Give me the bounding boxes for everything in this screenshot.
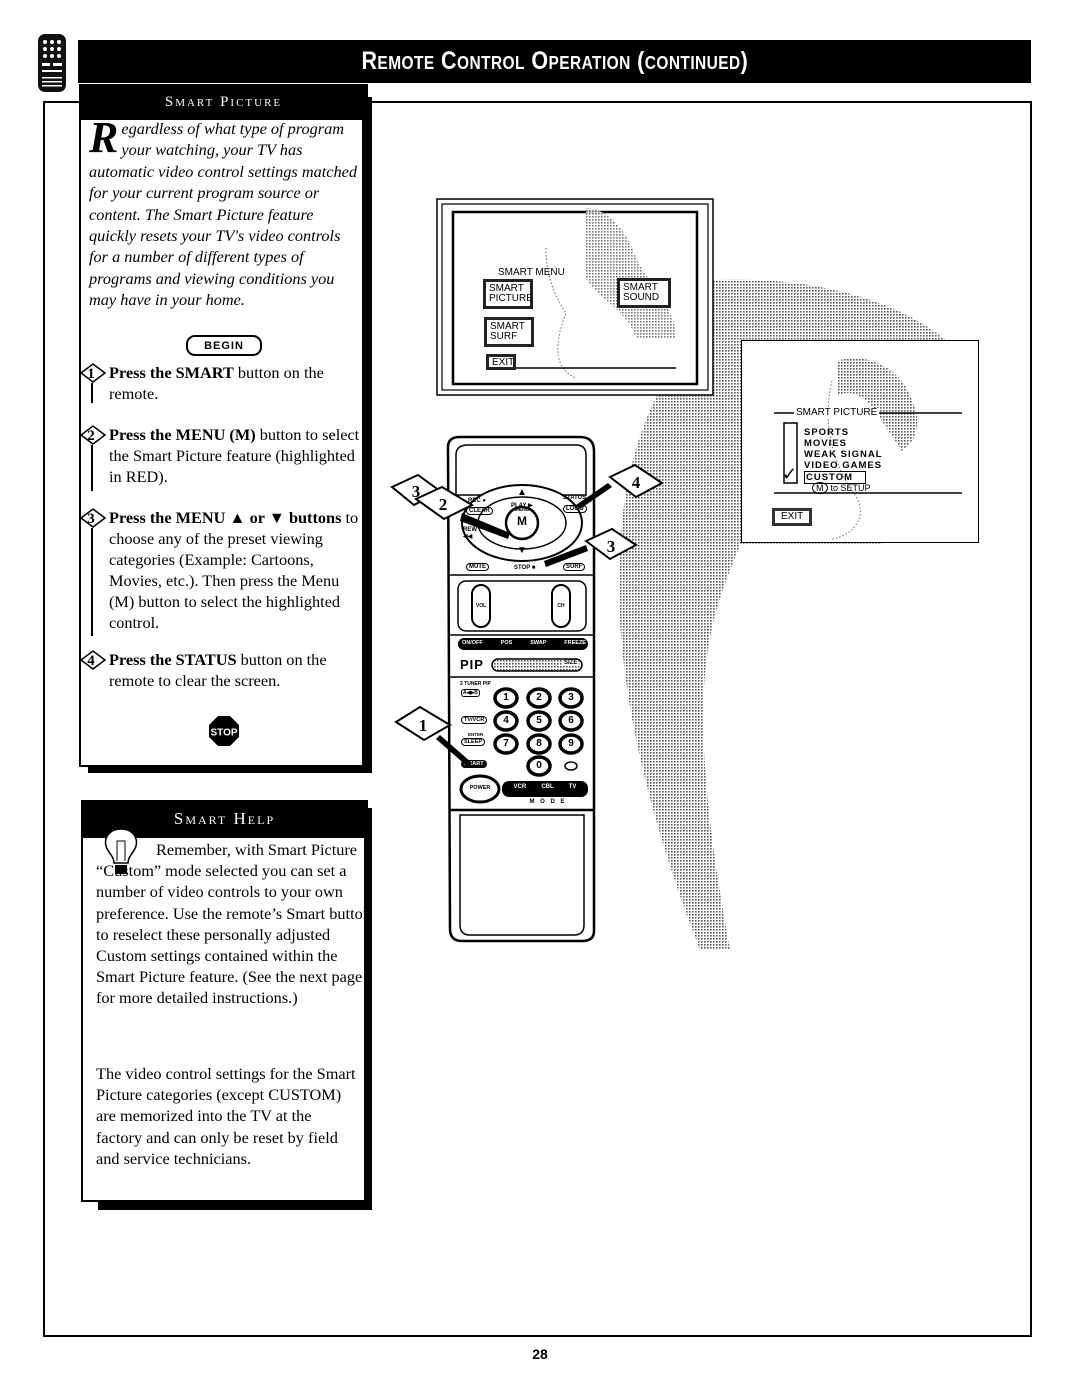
setup-hint-text: to SETUP [830,483,871,493]
tv-screen-smart-picture: SMART PICTURE SPORTS MOVIES WEAK SIGNAL … [741,340,979,543]
step-4-bold: Press the STATUS [109,650,237,669]
svg-text:STOP: STOP [210,728,237,739]
intro-dropcap: R [89,113,119,162]
callout-3-right: 3 [544,527,638,567]
stop-sign-icon: STOP [209,716,239,746]
callout-1: 1 [394,705,472,767]
option-sports[interactable]: SPORTS [804,427,883,438]
step-number-diamond-icon: 2 [79,425,107,445]
svg-text:3: 3 [607,537,616,556]
option-weak-signal[interactable]: WEAK SIGNAL [804,449,883,460]
menu-item-exit[interactable]: EXIT [486,354,516,370]
remote-control-icon [38,34,66,92]
svg-text:3: 3 [87,511,95,527]
step-2-bold: Press the MENU (M) [109,425,256,444]
step-connector [91,528,93,636]
smart-picture-intro: Regardless of what type of program your … [89,113,361,311]
step-number-diamond-icon: 4 [79,650,107,670]
smart-help-paragraph-1: Remember, with Smart Picture “Custom” mo… [96,839,371,1009]
setup-hint: M to SETUP [812,482,871,494]
page-number: 28 [532,1346,548,1362]
mode-label: M O D E [529,799,567,805]
option-movies[interactable]: MOVIES [804,438,883,449]
tv-screen-smart-menu: SMART MENU SMART PICTURE SMART SOUND SMA… [436,198,714,396]
svg-text:2: 2 [439,495,448,514]
smart-help-text-1: Remember, with Smart Picture “Custom” mo… [96,840,371,1008]
checkmark-icon: ✓ [782,464,798,484]
intro-text: egardless of what type of program your w… [89,119,357,310]
tv-screen-frame [436,198,714,396]
menu-item-smart-sound[interactable]: SMART SOUND [617,278,671,308]
svg-text:4: 4 [632,473,641,492]
option-video-games[interactable]: VIDEO GAMES [804,460,883,471]
begin-badge: BEGIN [186,335,262,356]
callout-4: 4 [576,463,664,509]
exit-button[interactable]: EXIT [772,508,812,526]
step-1-bold: Press the SMART [109,363,234,382]
svg-text:2: 2 [87,428,95,444]
menu-key-icon: M [812,482,828,494]
step-number-diamond-icon: 3 [79,508,107,528]
step-3-bold: Press the MENU ▲ or ▼ buttons [109,508,342,527]
page-title-bar: Remote Control Operation (continued) [78,40,1031,83]
remote-control-illustration: REC ● PLAY ▶ STATUS CLEAR LOGO MENU M ▲ … [380,435,664,945]
svg-text:1: 1 [87,366,95,382]
callout-layer: 3 2 4 3 1 [390,463,664,767]
smart-picture-options: SPORTS MOVIES WEAK SIGNAL VIDEO GAMES CU… [804,427,883,484]
smart-menu-title: SMART MENU [498,267,565,278]
step-4-text: Press the STATUS button on the remote to… [109,649,361,691]
step-3-text: Press the MENU ▲ or ▼ buttons to choose … [109,507,361,633]
svg-text:4: 4 [87,653,95,669]
step-2-text: Press the MENU (M) button to select the … [109,424,361,487]
smart-picture-heading-bar: Smart Picture [79,84,368,120]
step-connector [91,383,93,403]
callout-2: 2 [414,485,510,539]
page-title: Remote Control Operation (continued) [361,47,748,75]
step-number-diamond-icon: 1 [79,363,107,383]
smart-picture-menu-title: SMART PICTURE [794,407,880,418]
svg-text:1: 1 [419,716,428,735]
step-1-text: Press the SMART button on the remote. [109,362,359,404]
smart-help-heading: Smart Help [173,809,276,828]
menu-item-smart-picture[interactable]: SMART PICTURE [483,279,533,309]
menu-item-smart-surf[interactable]: SMART SURF [484,317,534,347]
smart-picture-heading: Smart Picture [164,93,283,110]
smart-help-paragraph-2: The video control settings for the Smart… [96,1064,356,1168]
step-connector [91,445,93,491]
